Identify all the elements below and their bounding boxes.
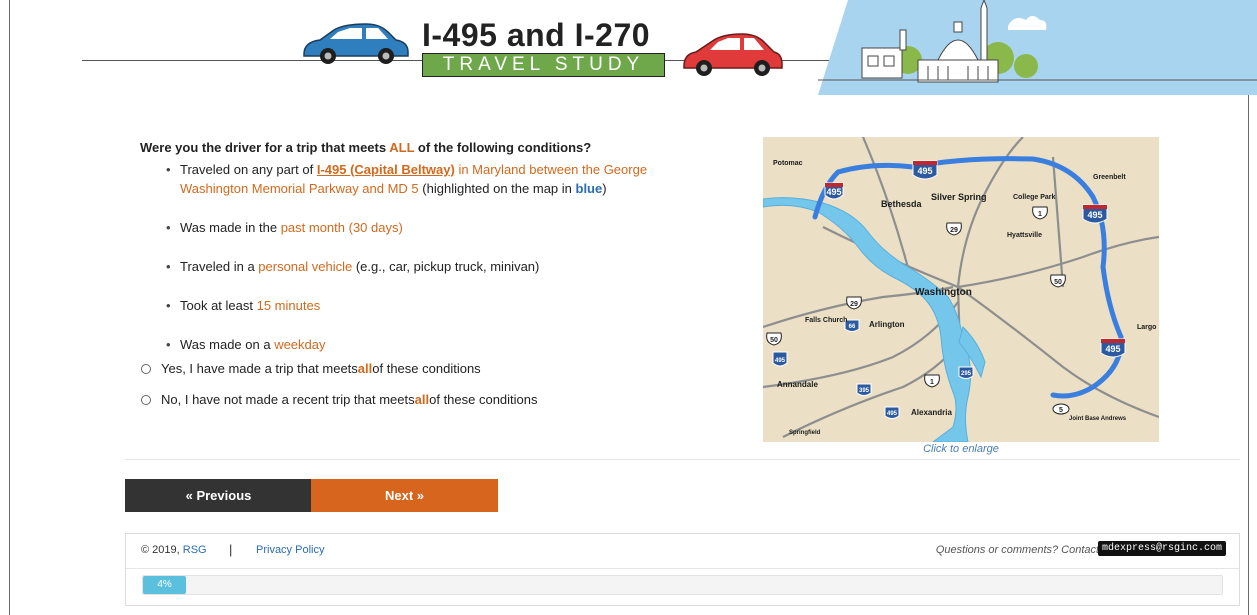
map-label-alexandria: Alexandria [911,408,952,417]
i495-shield-icon: 495 [772,351,788,367]
option-highlight: all [414,392,430,407]
map-label-hyattsville: Hyattsville [1007,232,1042,239]
condition-text: Was made on a [180,337,275,352]
condition-highlight: past month (30 days) [280,220,403,235]
svg-text:495: 495 [887,411,898,417]
footer: © 2019, RSG | Privacy Policy Questions o… [125,533,1240,606]
map-label-largo: Largo [1137,324,1156,331]
i495-shield-icon: 495 [1100,338,1126,358]
copyright-text: © 2019, [141,544,183,556]
rsg-link[interactable]: RSG [183,544,207,556]
progress-bar: 4% [142,575,1223,595]
previous-button[interactable]: « Previous [125,479,312,512]
condition-highlight: weekday [274,337,326,352]
red-car-icon [683,33,783,76]
condition-highlight: 15 minutes [256,298,321,313]
question-suffix: of the following conditions? [414,140,592,155]
i495-shield-icon: 495 [1082,204,1108,224]
condition-text: Traveled in a [180,259,259,274]
map-label-potomac: Potomac [773,160,803,167]
i495-link[interactable]: I-495 (Capital Beltway) [317,162,455,177]
radio-button-yes[interactable] [141,363,151,374]
svg-text:50: 50 [1054,279,1062,286]
footer-separator: | [229,542,233,557]
next-button[interactable]: Next » [311,479,498,512]
map-label-falls-church: Falls Church [805,317,847,324]
header-banner: I-495 and I-270 TRAVEL STUDY [0,0,1257,95]
svg-text:1: 1 [930,379,934,386]
option-text: No, I have not made a recent trip that m… [161,392,415,407]
svg-text:495: 495 [826,187,841,197]
condition-text: ) [602,181,607,196]
condition-text: Took at least [180,298,257,313]
svg-text:295: 295 [961,371,972,377]
option-yes[interactable]: Yes, I have made a trip that meets all o… [141,361,481,376]
condition-item: Traveled in a personal vehicle (e.g., ca… [166,257,666,276]
condition-blue-word: blue [575,181,603,196]
conditions-list: Traveled on any part of I-495 (Capital B… [166,160,666,374]
header-title: I-495 and I-270 [422,17,651,53]
content-divider [125,459,1240,460]
svg-text:5: 5 [1059,407,1063,414]
option-text: of these conditions [429,392,538,407]
condition-text: (highlighted on the map in [418,181,576,196]
map-label-arlington: Arlington [869,320,905,329]
map-label-bethesda: Bethesda [881,199,923,209]
condition-text: Was made in the [180,220,281,235]
map-label-silver-spring: Silver Spring [931,192,987,202]
condition-item: Was made on a weekday [166,335,666,354]
option-text: of these conditions [372,361,481,376]
svg-text:495: 495 [1087,210,1102,220]
svg-text:50: 50 [770,337,778,344]
capitol-skyline-illustration [818,0,1257,95]
map-label-springfield: Springfield [789,430,821,436]
i495-shield-icon: 495 [824,182,844,200]
condition-text: (e.g., car, pickup truck, minivan) [352,259,540,274]
map-label-college-park: College Park [1013,194,1056,201]
condition-item: Traveled on any part of I-495 (Capital B… [166,160,666,198]
svg-text:66: 66 [849,324,856,330]
option-highlight: all [357,361,373,376]
beltway-map[interactable]: 495 495 495 495 495 29 29 50 50 1 1 5 66… [763,137,1159,442]
map-enlarge-link[interactable]: Click to enlarge [763,443,1159,455]
map-label-joint-base-andrews: Joint Base Andrews [1069,416,1127,422]
i295-shield-icon: 295 [958,366,974,379]
i495-shield-icon: 495 [912,160,938,180]
blue-car-icon [303,23,409,64]
i95-shield-icon: 495 [884,406,900,419]
progress-fill: 4% [143,576,187,594]
map-graphic: 495 495 495 495 495 29 29 50 50 1 1 5 66… [763,137,1159,442]
privacy-policy-link[interactable]: Privacy Policy [256,544,324,556]
copyright: © 2019, RSG [141,544,207,556]
header-subtitle: TRAVEL STUDY [422,53,665,77]
condition-text: Traveled on any part of [180,162,317,177]
i395-shield-icon: 395 [856,383,872,396]
radio-button-no[interactable] [141,394,151,405]
svg-text:395: 395 [859,388,870,394]
question-text: Were you the driver for a trip that meet… [140,140,591,155]
footer-row: © 2019, RSG | Privacy Policy Questions o… [126,534,1239,569]
option-text: Yes, I have made a trip that meets [161,361,358,376]
condition-item: Took at least 15 minutes [166,296,666,315]
map-label-annandale: Annandale [777,380,818,389]
question-prefix: Were you the driver for a trip that meet… [140,140,390,155]
svg-text:495: 495 [775,358,786,364]
md5-shield-icon: 5 [1052,403,1070,415]
svg-text:29: 29 [850,301,858,308]
condition-item: Was made in the past month (30 days) [166,218,666,237]
map-label-washington: Washington [915,287,972,298]
svg-text:495: 495 [917,166,932,176]
svg-text:495: 495 [1105,344,1120,354]
condition-highlight: personal vehicle [258,259,353,274]
contact-email[interactable]: mdexpress@rsginc.com [1097,541,1226,556]
option-no[interactable]: No, I have not made a recent trip that m… [141,392,538,407]
svg-text:29: 29 [950,227,958,234]
svg-text:1: 1 [1038,211,1042,218]
map-label-greenbelt: Greenbelt [1093,174,1126,181]
question-emphasis: ALL [389,140,415,155]
